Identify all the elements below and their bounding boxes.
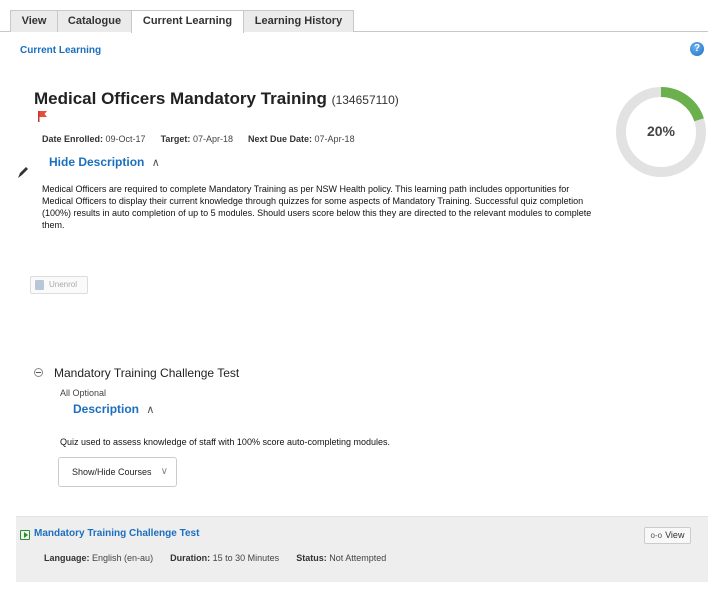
date-enrolled-label: Date Enrolled: xyxy=(42,134,104,144)
section-title: Mandatory Training Challenge Test xyxy=(54,366,240,380)
section-description: Quiz used to assess knowledge of staff w… xyxy=(60,437,391,447)
course-title: Medical Officers Mandatory Training xyxy=(34,89,327,108)
view-button[interactable]: o-o View xyxy=(644,527,691,544)
language-value: English (en-au) xyxy=(92,553,154,563)
duration-label: Duration: xyxy=(170,553,211,563)
tab-current-learning[interactable]: Current Learning xyxy=(131,10,244,33)
help-icon[interactable]: ? xyxy=(690,42,704,56)
chevron-up-icon: ∧ xyxy=(151,157,160,169)
tab-learning-history[interactable]: Learning History xyxy=(243,10,354,32)
breadcrumb[interactable]: Current Learning xyxy=(20,45,101,56)
show-hide-courses-dropdown[interactable]: Show/Hide Courses ∨ xyxy=(58,457,177,487)
language-label: Language: xyxy=(44,553,90,563)
tab-bar: View Catalogue Current Learning Learning… xyxy=(0,0,708,33)
description-toggle-label: Description xyxy=(73,402,140,416)
unenrol-button[interactable]: Unenrol xyxy=(30,276,88,294)
collapse-icon[interactable] xyxy=(34,368,43,377)
hide-description-label: Hide Description xyxy=(49,155,145,169)
course-code: (134657110) xyxy=(331,93,399,107)
unenrol-icon xyxy=(35,280,44,290)
target-label: Target: xyxy=(160,134,191,144)
course-description: Medical Officers are required to complet… xyxy=(42,184,592,230)
view-button-label: View xyxy=(665,530,685,540)
tab-view[interactable]: View xyxy=(10,10,58,32)
module-panel: Mandatory Training Challenge Test o-o Vie… xyxy=(16,516,708,582)
page-title: Medical Officers Mandatory Training (134… xyxy=(34,89,399,109)
next-due-label: Next Due Date: xyxy=(248,134,313,144)
date-enrolled-value: 09-Oct-17 xyxy=(105,134,146,144)
status-label: Status: xyxy=(296,553,327,563)
chevron-down-icon: ∨ xyxy=(160,466,168,477)
unenrol-label: Unenrol xyxy=(49,280,78,289)
hide-description-toggle[interactable]: Hide Description ∧ xyxy=(49,155,160,169)
tab-catalogue[interactable]: Catalogue xyxy=(57,10,132,32)
progress-percent: 20% xyxy=(646,123,676,139)
glasses-icon: o-o xyxy=(650,531,663,540)
play-icon xyxy=(20,530,30,540)
target-value: 07-Apr-18 xyxy=(192,134,233,144)
course-dates: Date Enrolled: 09-Oct-17 Target: 07-Apr-… xyxy=(42,134,355,144)
show-hide-courses-label: Show/Hide Courses xyxy=(72,467,152,477)
next-due-value: 07-Apr-18 xyxy=(314,134,355,144)
module-title-link[interactable]: Mandatory Training Challenge Test xyxy=(34,528,199,539)
flag-icon xyxy=(38,111,47,122)
description-toggle[interactable]: Description ∧ xyxy=(73,402,154,416)
chevron-up-icon: ∧ xyxy=(146,404,155,416)
duration-value: 15 to 30 Minutes xyxy=(212,553,280,563)
edit-icon[interactable] xyxy=(18,166,28,178)
module-meta: Language: English (en-au) Duration: 15 t… xyxy=(44,553,386,563)
section-optional-label: All Optional xyxy=(60,388,107,398)
status-value: Not Attempted xyxy=(329,553,387,563)
